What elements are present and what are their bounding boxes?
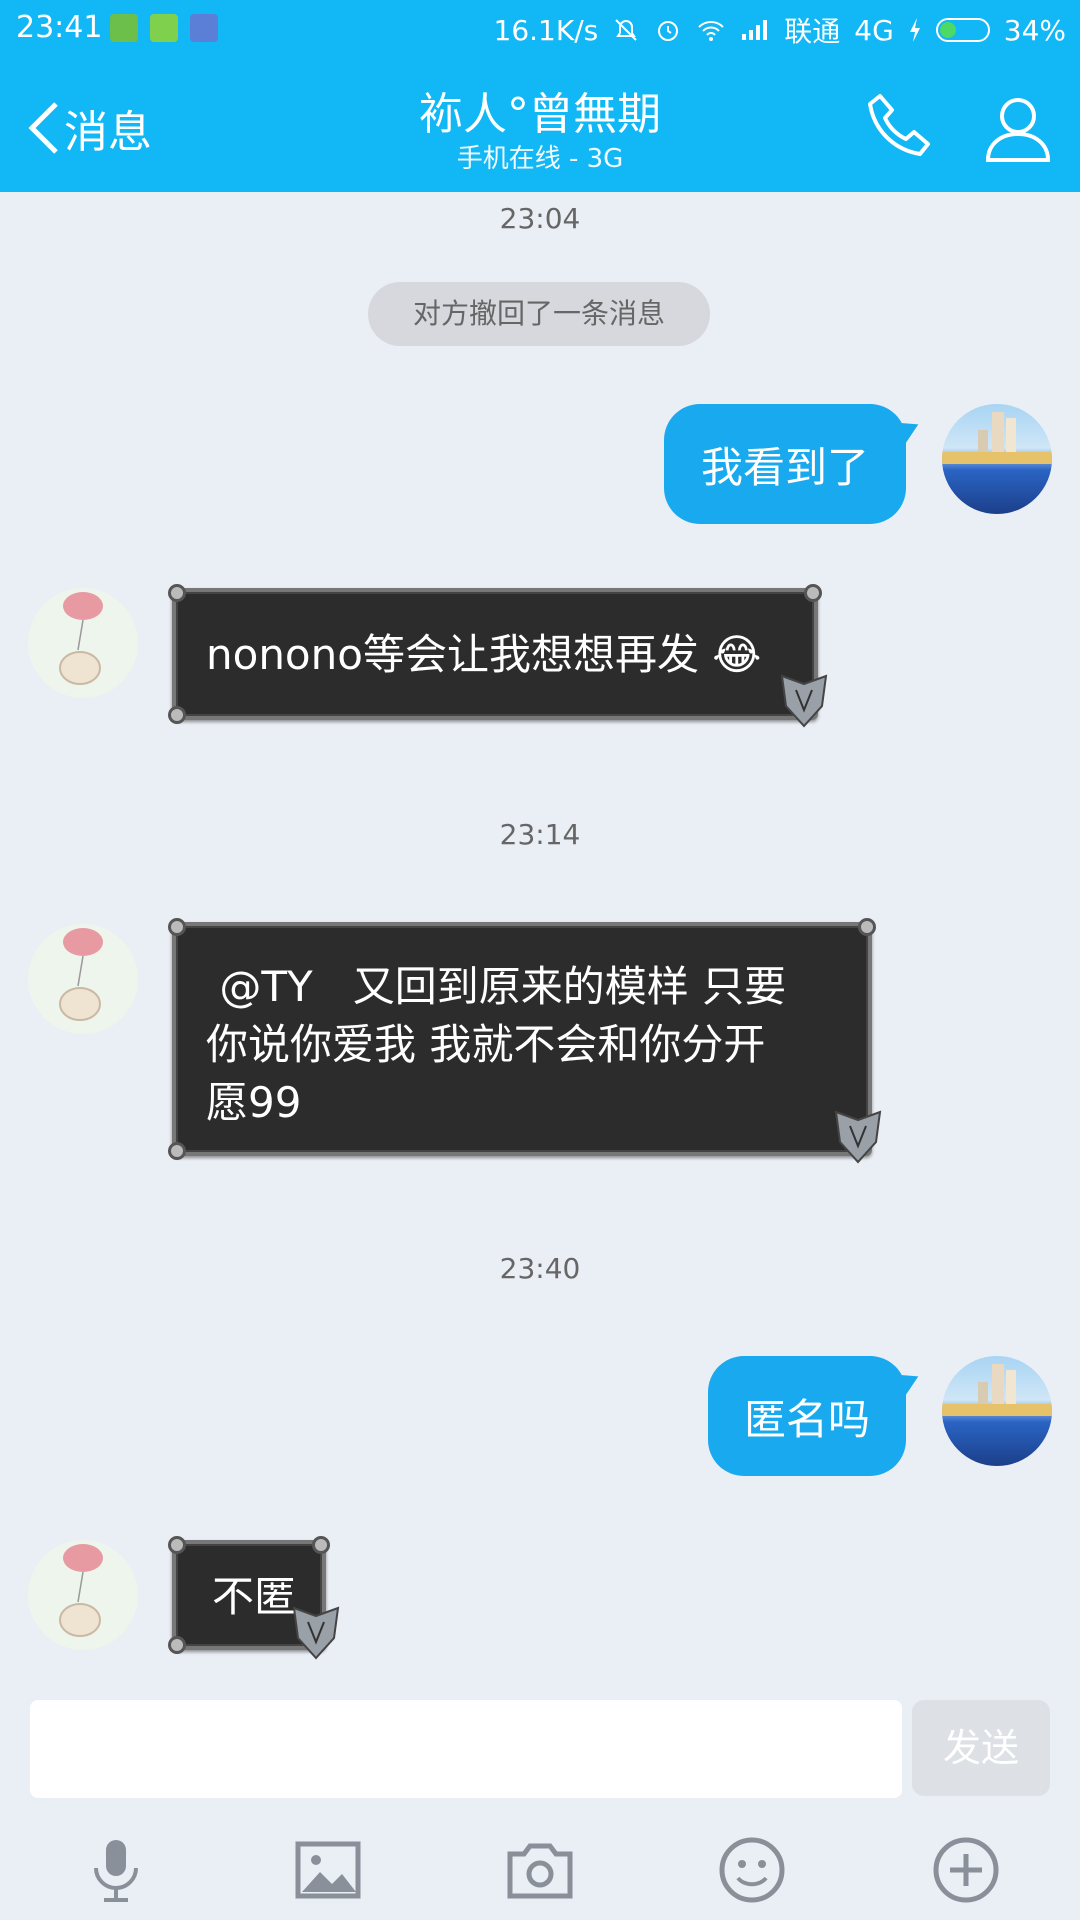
recall-notice: 对方撤回了一条消息: [368, 282, 710, 346]
plus-icon[interactable]: [928, 1832, 1004, 1908]
phone-notification-icon: [150, 14, 178, 42]
my-avatar[interactable]: [942, 1356, 1052, 1466]
status-time: 23:41: [16, 10, 103, 45]
message-bubble-incoming[interactable]: nonono等会让我想想再发 😂: [168, 584, 828, 728]
camera-icon[interactable]: [502, 1832, 578, 1908]
net-speed: 16.1K/s: [493, 13, 599, 47]
signal-icon: [742, 20, 768, 40]
battery-percent: 34%: [1003, 13, 1066, 47]
message-bubble-incoming[interactable]: 不匿: [168, 1536, 340, 1660]
nav-bar: 消息 袮人°曾無期 手机在线 - 3G: [0, 58, 1080, 192]
charging-icon: [909, 18, 920, 42]
shield-notification-icon: [110, 14, 138, 42]
input-bar: 发送: [0, 1692, 1080, 1920]
image-icon[interactable]: [290, 1832, 366, 1908]
message-bubble-outgoing[interactable]: 我看到了: [664, 404, 906, 524]
contact-avatar[interactable]: [28, 924, 138, 1034]
microphone-icon[interactable]: [78, 1832, 154, 1908]
message-bubble-outgoing[interactable]: 匿名吗: [708, 1356, 906, 1476]
timestamp: 23:40: [499, 1252, 581, 1285]
carrier: 联通: [784, 15, 841, 48]
message-input[interactable]: [30, 1700, 902, 1798]
message-bubble-incoming[interactable]: @TY 又回到原来的模样 只要 你说你爱我 我就不会和你分开 愿99: [168, 918, 882, 1164]
send-button[interactable]: 发送: [912, 1700, 1050, 1796]
timestamp: 23:14: [499, 818, 581, 851]
contact-avatar[interactable]: [28, 1540, 138, 1650]
mute-bell-icon: [615, 19, 637, 41]
my-avatar[interactable]: [942, 404, 1052, 514]
timestamp: 23:04: [499, 202, 581, 235]
phone-call-icon[interactable]: [860, 88, 940, 168]
message-text: @TY 又回到原来的模样 只要 你说你爱我 我就不会和你分开 愿99: [206, 962, 787, 1127]
wifi-icon: [698, 21, 724, 41]
decepticon-badge-icon: [834, 1110, 882, 1164]
alarm-icon: [658, 21, 679, 41]
contact-avatar[interactable]: [28, 588, 138, 698]
battery-icon: [935, 18, 990, 42]
emoji-icon[interactable]: [714, 1832, 790, 1908]
profile-icon[interactable]: [978, 88, 1058, 168]
status-right: 16.1K/s 联通 4G 34%: [494, 10, 1067, 50]
status-bar: 23:41 16.1K/s 联通 4G 34%: [0, 0, 1080, 58]
decepticon-badge-icon: [780, 674, 828, 728]
top-bar: 23:41 16.1K/s 联通 4G 34% 消息 袮人°曾無期 手机在线 -…: [0, 0, 1080, 192]
message-text: nonono等会让我想想再发 😂: [206, 630, 762, 679]
network-type: 4G: [854, 13, 894, 47]
decepticon-badge-icon: [292, 1606, 340, 1660]
speedometer-notification-icon: [190, 14, 218, 42]
